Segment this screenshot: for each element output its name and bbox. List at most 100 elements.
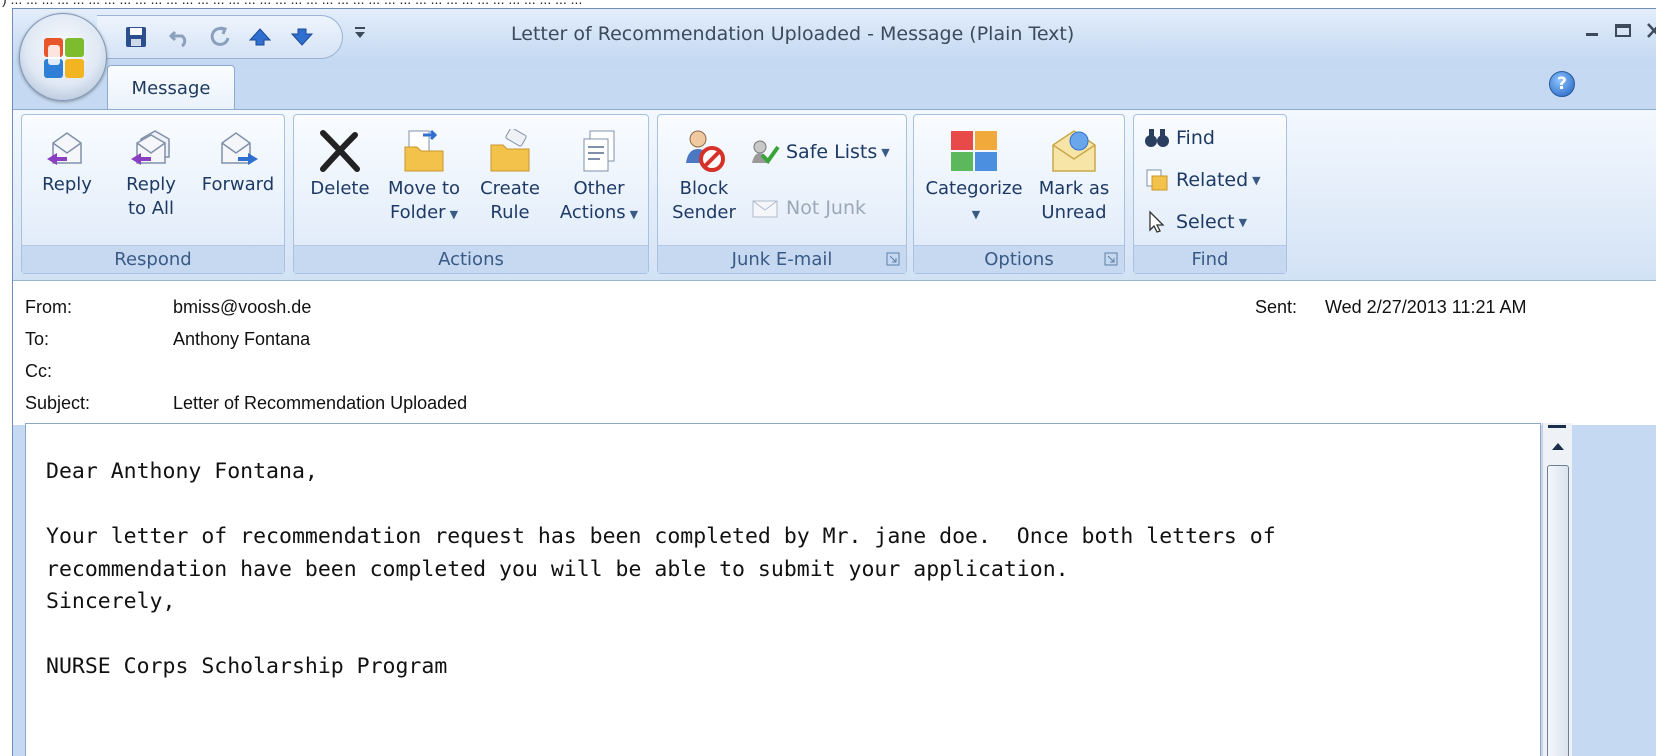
related-button[interactable]: Related ▼ xyxy=(1144,165,1261,195)
left-edge xyxy=(0,8,12,756)
chevron-down-icon: ▼ xyxy=(1238,215,1248,229)
block-sender-button[interactable]: Block Sender xyxy=(664,121,744,241)
safe-lists-button[interactable]: Safe Lists ▼ xyxy=(750,137,890,167)
reply-button[interactable]: Reply xyxy=(30,121,104,241)
reply-all-icon xyxy=(131,130,170,165)
other-label-2: Actions xyxy=(559,202,626,223)
reply-all-label-1: Reply xyxy=(126,174,176,195)
dialog-launcher-icon[interactable] xyxy=(1104,252,1118,266)
scrollbar-thumb[interactable] xyxy=(1547,465,1569,756)
undo-icon[interactable] xyxy=(167,24,193,50)
chevron-down-icon: ▼ xyxy=(971,208,981,221)
group-find: Find Related ▼ Select ▼ Find xyxy=(1133,114,1287,274)
chevron-down-icon: ▼ xyxy=(881,145,890,159)
mark-label-2: Unread xyxy=(1041,202,1107,223)
mark-label-1: Mark as xyxy=(1038,178,1110,199)
other-actions-button[interactable]: Other Actions ▼ xyxy=(552,121,646,241)
move-to-folder-icon xyxy=(404,129,444,172)
categorize-button[interactable]: Categorize ▼ xyxy=(920,121,1028,241)
chevron-down-icon: ▼ xyxy=(629,208,639,221)
move-to-folder-button[interactable]: Move to Folder ▼ xyxy=(382,121,466,241)
delete-icon xyxy=(320,130,360,172)
move-label-2: Folder xyxy=(389,202,446,223)
office-logo-icon xyxy=(44,38,84,78)
chevron-down-icon: ▼ xyxy=(449,208,459,221)
reply-label: Reply xyxy=(42,174,92,195)
customize-qat-icon[interactable] xyxy=(353,21,369,43)
to-value[interactable]: Anthony Fontana xyxy=(173,329,310,350)
outlook-message-window-screenshot: ) ... ... ... ... ... ... ... ... ... ..… xyxy=(0,0,1656,756)
forward-label: Forward xyxy=(201,174,275,195)
delete-label: Delete xyxy=(310,178,370,199)
find-button[interactable]: Find xyxy=(1144,123,1215,153)
group-label-junk-email: Junk E-mail xyxy=(658,245,906,273)
to-label: To: xyxy=(25,329,50,349)
group-actions: Delete Move to Folder ▼ Create Rule Othe… xyxy=(293,114,649,274)
other-actions-icon xyxy=(583,130,615,172)
next-item-icon[interactable] xyxy=(289,24,315,50)
related-icon xyxy=(1146,169,1168,191)
subject-value: Letter of Recommendation Uploaded xyxy=(173,393,468,413)
other-label-1: Other xyxy=(573,178,625,199)
create-label-1: Create xyxy=(480,178,540,199)
scroll-up-arrow-icon[interactable] xyxy=(1546,435,1570,457)
create-rule-button[interactable]: Create Rule xyxy=(470,121,550,241)
tab-message[interactable]: Message xyxy=(107,65,235,111)
delete-button[interactable]: Delete xyxy=(300,121,380,241)
previous-item-icon[interactable] xyxy=(247,24,273,50)
close-icon xyxy=(1647,23,1656,38)
redo-icon[interactable] xyxy=(207,24,233,50)
save-icon[interactable] xyxy=(123,24,149,50)
window-title: Letter of Recommendation Uploaded - Mess… xyxy=(511,23,1075,45)
safe-lists-label: Safe Lists xyxy=(786,141,878,163)
forward-icon xyxy=(221,132,258,165)
block-sender-icon xyxy=(686,130,725,172)
group-label-actions: Actions xyxy=(294,245,648,273)
chevron-down-icon: ▼ xyxy=(1252,173,1261,187)
title-bar: Letter of Recommendation Uploaded - Mess… xyxy=(13,9,1656,65)
related-label: Related xyxy=(1176,169,1249,191)
group-junk-email: Block Sender Safe Lists ▼ Not Junk Junk … xyxy=(657,114,907,274)
cc-label: Cc: xyxy=(25,361,52,381)
create-rule-icon xyxy=(490,129,530,172)
cursor-arrow-icon xyxy=(1149,210,1165,233)
ribbon-tab-row: Message ? xyxy=(13,65,1656,111)
create-label-2: Rule xyxy=(490,202,530,223)
office-button[interactable] xyxy=(19,13,107,101)
message-header: From: bmiss@voosh.de To: Anthony Fontana… xyxy=(13,281,1656,425)
from-value[interactable]: bmiss@voosh.de xyxy=(173,297,311,318)
reply-all-button[interactable]: Reply to All xyxy=(114,121,188,241)
select-button[interactable]: Select ▼ xyxy=(1144,207,1247,237)
from-label: From: xyxy=(25,297,72,317)
group-label-options: Options xyxy=(914,245,1124,273)
reply-all-label-2: to All xyxy=(127,198,175,219)
cropped-text: ) ... ... ... ... ... ... ... ... ... ..… xyxy=(2,0,582,7)
forward-button[interactable]: Forward xyxy=(198,121,278,241)
vertical-scrollbar[interactable] xyxy=(1542,423,1572,756)
not-junk-button[interactable]: Not Junk xyxy=(750,193,866,223)
categorize-label: Categorize xyxy=(925,178,1023,199)
sent-label: Sent: xyxy=(1255,297,1298,317)
group-label-respond: Respond xyxy=(22,245,284,273)
not-junk-icon xyxy=(752,200,778,218)
message-body[interactable]: Dear Anthony Fontana, Your letter of rec… xyxy=(25,423,1541,756)
block-label-2: Sender xyxy=(672,202,736,223)
help-icon[interactable]: ? xyxy=(1549,71,1575,97)
maximize-icon xyxy=(1615,24,1631,37)
move-label-1: Move to xyxy=(387,178,461,199)
block-label-1: Block xyxy=(679,178,729,199)
cropped-top-text: ) ... ... ... ... ... ... ... ... ... ..… xyxy=(0,0,1656,8)
message-window: Letter of Recommendation Uploaded - Mess… xyxy=(12,8,1656,756)
reply-icon xyxy=(47,132,82,165)
minimize-icon xyxy=(1586,33,1598,36)
safe-lists-icon xyxy=(752,140,780,165)
window-controls xyxy=(1582,21,1656,45)
not-junk-label: Not Junk xyxy=(786,197,867,219)
message-body-text: Dear Anthony Fontana, Your letter of rec… xyxy=(46,459,1276,679)
subject-label: Subject: xyxy=(25,393,91,413)
group-options: Categorize ▼ Mark as Unread Options xyxy=(913,114,1125,274)
group-label-find: Find xyxy=(1134,245,1286,273)
mark-as-unread-button[interactable]: Mark as Unread xyxy=(1030,121,1118,241)
split-handle-icon[interactable] xyxy=(1548,425,1566,431)
dialog-launcher-icon[interactable] xyxy=(886,252,900,266)
